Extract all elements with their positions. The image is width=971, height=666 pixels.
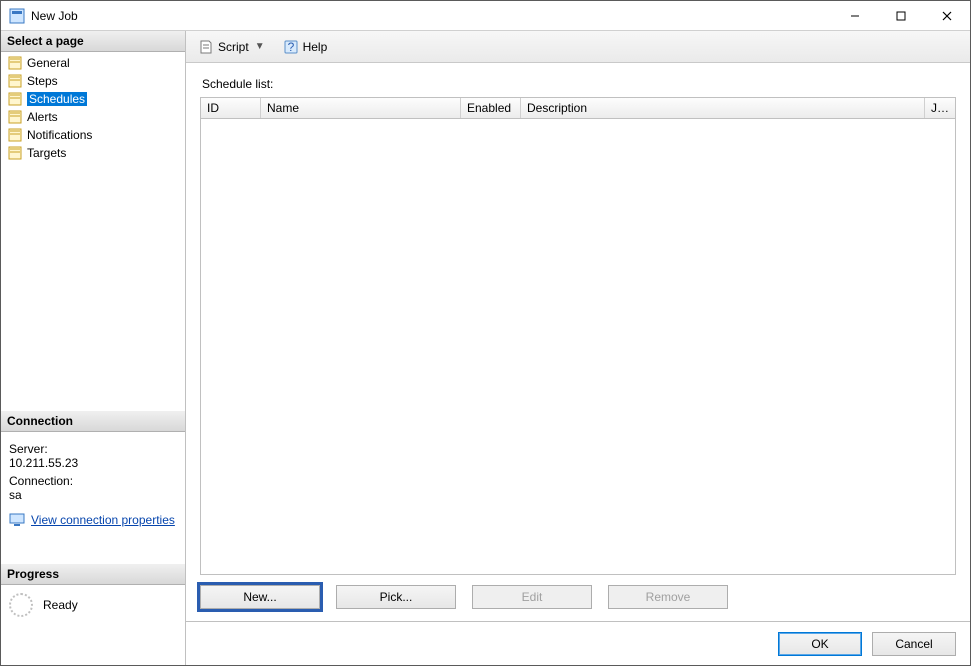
help-button[interactable]: ? Help [279,37,332,57]
new-button[interactable]: New... [200,585,320,609]
page-icon [7,91,23,107]
sidebar-item-notifications[interactable]: Notifications [1,126,185,144]
column-id[interactable]: ID [201,98,261,118]
schedule-list-label: Schedule list: [202,77,956,91]
view-connection-properties-link[interactable]: View connection properties [31,513,175,527]
ok-button-label: OK [811,637,828,651]
cancel-button-label: Cancel [895,637,932,651]
server-label: Server: [9,442,177,456]
help-label: Help [303,40,328,54]
content-inner: Schedule list: ID Name Enabled Descripti… [186,63,970,621]
sidebar-item-steps[interactable]: Steps [1,72,185,90]
sidebar-item-general[interactable]: General [1,54,185,72]
page-icon [7,145,23,161]
sidebar-item-label: Alerts [27,110,58,124]
sidebar-item-label: Steps [27,74,58,88]
page-icon [7,73,23,89]
select-page-header: Select a page [1,31,185,52]
schedule-list-body[interactable] [200,119,956,575]
pick-button-label: Pick... [380,590,413,604]
cancel-button[interactable]: Cancel [872,632,956,656]
window-buttons [832,1,970,30]
connection-value: sa [9,488,177,502]
sidebar-item-label: Targets [27,146,66,160]
connection-label: Connection: [9,474,177,488]
connection-header: Connection [1,411,185,432]
page-icon [7,109,23,125]
content-pane: Script ▼ ? Help Schedule list: ID Name E… [186,31,970,665]
sidebar-item-label: General [27,56,70,70]
schedule-list-header: ID Name Enabled Description Jo... [200,97,956,119]
pick-button[interactable]: Pick... [336,585,456,609]
connection-section: Connection Server: 10.211.55.23 Connecti… [1,411,185,534]
connection-link-row: View connection properties [9,512,177,528]
sidebar-item-alerts[interactable]: Alerts [1,108,185,126]
progress-status: Ready [43,598,78,612]
window-body: Select a page General Steps Schedules Al… [1,31,970,665]
help-icon: ? [283,39,299,55]
column-jobs[interactable]: Jo... [925,98,955,118]
chevron-down-icon: ▼ [255,41,265,52]
connection-body: Server: 10.211.55.23 Connection: sa View… [1,432,185,534]
script-icon [198,39,214,55]
server-value: 10.211.55.23 [9,456,177,470]
column-description[interactable]: Description [521,98,925,118]
remove-button-label: Remove [646,590,691,604]
edit-button: Edit [472,585,592,609]
ok-button[interactable]: OK [778,632,862,656]
sidebar-item-label: Notifications [27,128,92,142]
window-root: New Job Select a page General [0,0,971,666]
window-title: New Job [31,9,832,23]
progress-body: Ready [1,585,185,625]
svg-text:?: ? [287,40,294,54]
sidebar-item-targets[interactable]: Targets [1,144,185,162]
script-button[interactable]: Script ▼ [194,37,269,57]
monitor-icon [9,512,25,528]
progress-section: Progress Ready [1,564,185,625]
remove-button: Remove [608,585,728,609]
sidebar-item-label: Schedules [27,92,87,106]
close-button[interactable] [924,1,970,30]
sidebar: Select a page General Steps Schedules Al… [1,31,186,665]
page-icon [7,127,23,143]
new-button-label: New... [243,590,276,604]
spinner-icon [9,593,33,617]
edit-button-label: Edit [522,590,543,604]
app-icon [9,8,25,24]
sidebar-gap [1,534,185,564]
column-enabled[interactable]: Enabled [461,98,521,118]
footer: OK Cancel [186,621,970,665]
minimize-button[interactable] [832,1,878,30]
toolbar: Script ▼ ? Help [186,31,970,63]
sidebar-spacer [1,164,185,411]
page-icon [7,55,23,71]
title-bar: New Job [1,1,970,31]
schedule-action-row: New... Pick... Edit Remove [200,585,956,609]
script-label: Script [218,40,249,54]
progress-header: Progress [1,564,185,585]
nav-list: General Steps Schedules Alerts Notificat… [1,52,185,164]
sidebar-item-schedules[interactable]: Schedules [1,90,185,108]
column-name[interactable]: Name [261,98,461,118]
sidebar-bottom-gap [1,625,185,665]
maximize-button[interactable] [878,1,924,30]
